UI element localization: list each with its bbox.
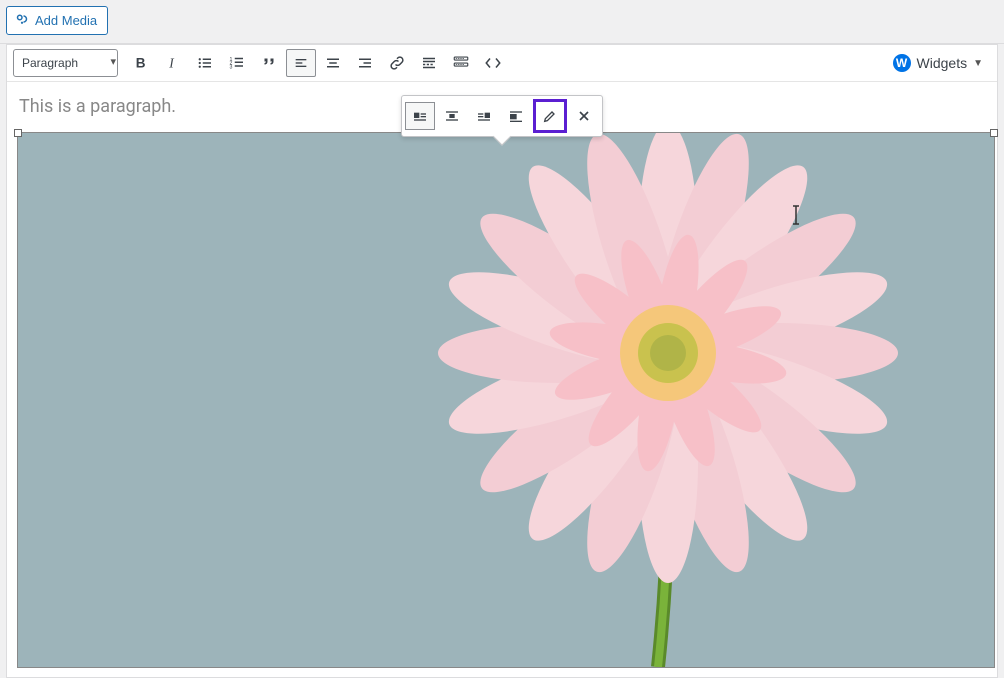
numbered-list-button[interactable]: 123	[222, 49, 252, 77]
bold-button[interactable]: B	[126, 49, 156, 77]
align-left-button[interactable]	[286, 49, 316, 77]
read-more-button[interactable]	[414, 49, 444, 77]
image-toolbar	[401, 95, 603, 137]
image-edit-button[interactable]	[533, 99, 567, 133]
format-toolbar: Paragraph B I 123	[7, 45, 997, 82]
align-center-button[interactable]	[318, 49, 348, 77]
image-align-center-button[interactable]	[437, 102, 467, 130]
bulleted-list-button[interactable]	[190, 49, 220, 77]
image-align-none-button[interactable]	[501, 102, 531, 130]
widgets-icon: W	[893, 54, 911, 72]
add-media-label: Add Media	[35, 13, 97, 28]
blockquote-button[interactable]	[254, 49, 284, 77]
media-bar: Add Media	[0, 0, 1004, 44]
editor-content[interactable]: This is a paragraph.	[7, 82, 997, 677]
flower-image	[18, 133, 994, 667]
format-select-wrap: Paragraph	[13, 49, 124, 77]
svg-text:I: I	[168, 56, 175, 71]
text-caret	[791, 204, 801, 226]
chevron-down-icon: ▼	[973, 58, 983, 69]
toolbar-toggle-button[interactable]	[446, 49, 476, 77]
image-align-right-button[interactable]	[469, 102, 499, 130]
insert-link-button[interactable]	[382, 49, 412, 77]
image-remove-button[interactable]	[569, 102, 599, 130]
image-align-left-button[interactable]	[405, 102, 435, 130]
align-right-button[interactable]	[350, 49, 380, 77]
format-select[interactable]: Paragraph	[13, 49, 118, 77]
add-media-button[interactable]: Add Media	[6, 6, 108, 35]
italic-button[interactable]: I	[158, 49, 188, 77]
code-button[interactable]	[478, 49, 508, 77]
widgets-label: Widgets	[917, 55, 968, 71]
widgets-button[interactable]: W Widgets ▼	[885, 50, 991, 76]
media-icon	[13, 10, 31, 31]
svg-text:3: 3	[230, 64, 233, 70]
inserted-image[interactable]	[18, 133, 994, 667]
svg-text:B: B	[136, 56, 146, 71]
